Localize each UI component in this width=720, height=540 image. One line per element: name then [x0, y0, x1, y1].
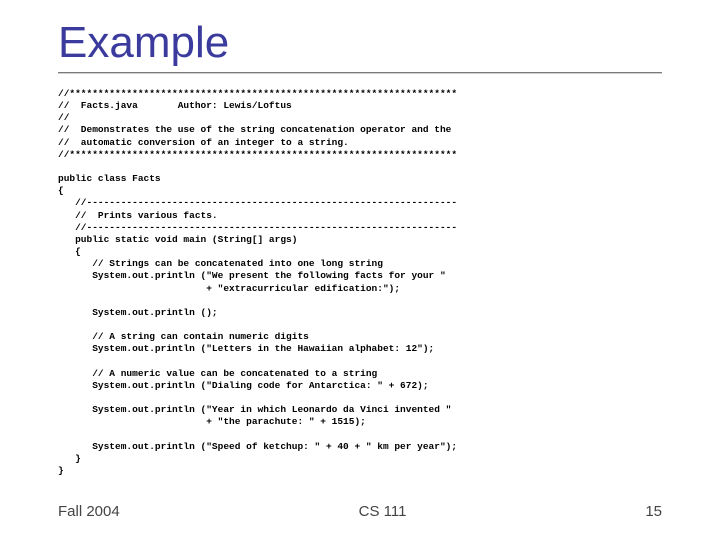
slide-title: Example	[58, 18, 662, 68]
footer-center: CS 111	[359, 503, 407, 520]
footer-right: 15	[645, 503, 662, 520]
slide-footer: Fall 2004 CS 111 15	[58, 503, 662, 520]
code-block: //**************************************…	[58, 88, 662, 477]
footer-left: Fall 2004	[58, 503, 120, 520]
title-underline	[58, 72, 662, 74]
slide: Example //******************************…	[0, 0, 720, 540]
